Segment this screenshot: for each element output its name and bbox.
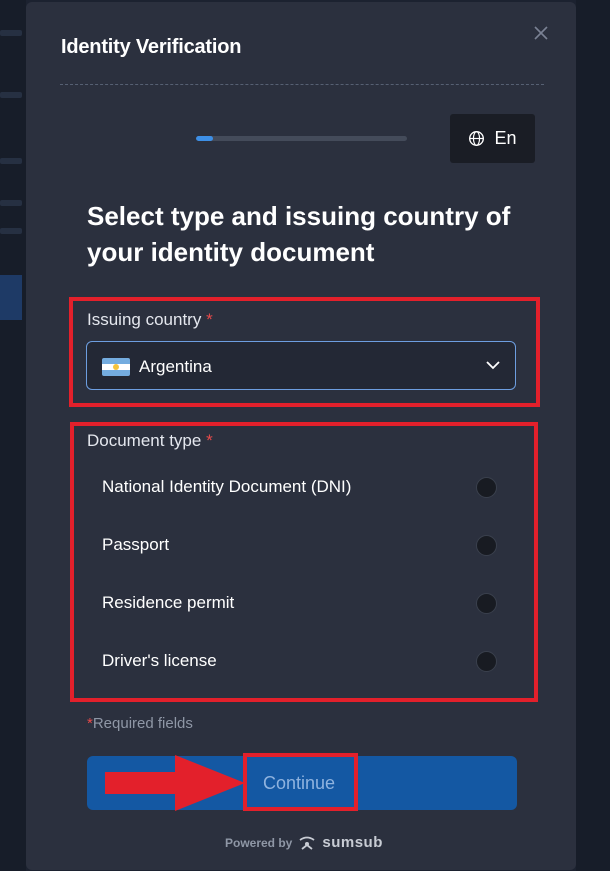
powered-by-footer: Powered by sumsub	[225, 834, 383, 851]
sumsub-logo-icon	[299, 836, 315, 850]
page-heading: Select type and issuing country of your …	[87, 201, 511, 267]
highlight-box-continue	[243, 753, 358, 811]
progress-bar	[196, 136, 407, 141]
highlight-box-country	[69, 297, 540, 407]
background-text	[0, 228, 22, 234]
language-button[interactable]: En	[450, 114, 535, 163]
required-fields-note: *Required fields	[87, 715, 193, 732]
red-arrow-icon	[105, 755, 245, 811]
required-fields-text: Required fields	[92, 715, 193, 732]
close-icon[interactable]	[534, 26, 548, 40]
background-page-right	[576, 0, 610, 871]
background-page-left	[0, 0, 26, 871]
modal-title: Identity Verification	[61, 36, 242, 58]
background-text	[0, 158, 22, 164]
globe-icon	[469, 131, 485, 146]
progress-fill	[196, 136, 213, 141]
background-text	[0, 92, 22, 98]
background-button	[0, 275, 22, 320]
sumsub-brand: sumsub	[322, 834, 383, 851]
background-text	[0, 200, 22, 206]
language-label: En	[494, 128, 517, 148]
header-divider	[60, 84, 544, 85]
highlight-box-document-type	[70, 422, 538, 702]
background-text	[0, 30, 22, 36]
powered-by-text: Powered by	[225, 835, 293, 850]
